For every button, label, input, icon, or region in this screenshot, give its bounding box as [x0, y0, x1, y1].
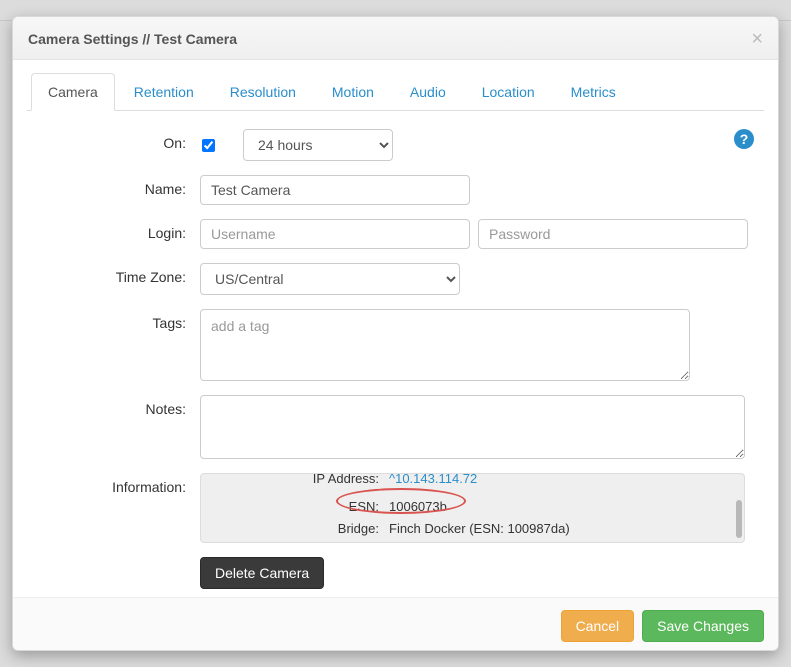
- camera-form: ? On: 24 hours Name: Login:: [27, 111, 764, 595]
- tags-label: Tags:: [35, 309, 200, 331]
- close-icon[interactable]: ×: [751, 29, 763, 49]
- help-icon[interactable]: ?: [734, 129, 754, 149]
- modal-title: Camera Settings // Test Camera: [28, 31, 237, 47]
- modal-header: Camera Settings // Test Camera ×: [13, 17, 778, 60]
- cancel-button[interactable]: Cancel: [561, 610, 635, 642]
- esn-value: 1006073b: [389, 496, 447, 518]
- tab-resolution[interactable]: Resolution: [213, 73, 313, 111]
- information-panel[interactable]: IP Address: ^10.143.114.72 ESN: 1006073b…: [200, 473, 745, 543]
- tab-camera[interactable]: Camera: [31, 73, 115, 111]
- password-input[interactable]: [478, 219, 748, 249]
- info-scrollbar[interactable]: [736, 500, 742, 538]
- timezone-select[interactable]: US/Central: [200, 263, 460, 295]
- tab-retention[interactable]: Retention: [117, 73, 211, 111]
- tab-audio[interactable]: Audio: [393, 73, 463, 111]
- modal-body: Camera Retention Resolution Motion Audio…: [13, 60, 778, 597]
- camera-settings-modal: Camera Settings // Test Camera × Camera …: [12, 16, 779, 651]
- name-label: Name:: [35, 175, 200, 197]
- tab-motion[interactable]: Motion: [315, 73, 391, 111]
- bridge-label: Bridge:: [209, 518, 389, 540]
- ip-address-value[interactable]: ^10.143.114.72: [389, 473, 477, 490]
- notes-input[interactable]: [200, 395, 745, 459]
- help-icon-glyph: ?: [740, 131, 749, 147]
- timezone-label: Time Zone:: [35, 263, 200, 285]
- tab-metrics[interactable]: Metrics: [554, 73, 633, 111]
- tab-bar: Camera Retention Resolution Motion Audio…: [27, 72, 764, 111]
- save-changes-button[interactable]: Save Changes: [642, 610, 764, 642]
- on-checkbox[interactable]: [202, 139, 215, 152]
- delete-camera-button[interactable]: Delete Camera: [200, 557, 324, 589]
- tags-input[interactable]: [200, 309, 690, 381]
- on-label: On:: [35, 129, 200, 151]
- hours-select[interactable]: 24 hours: [243, 129, 393, 161]
- login-label: Login:: [35, 219, 200, 241]
- esn-label: ESN:: [209, 496, 389, 518]
- ip-address-label: IP Address:: [209, 473, 389, 490]
- tab-location[interactable]: Location: [465, 73, 552, 111]
- notes-label: Notes:: [35, 395, 200, 417]
- information-label: Information:: [35, 473, 200, 495]
- username-input[interactable]: [200, 219, 470, 249]
- modal-footer: Cancel Save Changes: [13, 597, 778, 651]
- bridge-value: Finch Docker (ESN: 100987da): [389, 518, 570, 540]
- name-input[interactable]: [200, 175, 470, 205]
